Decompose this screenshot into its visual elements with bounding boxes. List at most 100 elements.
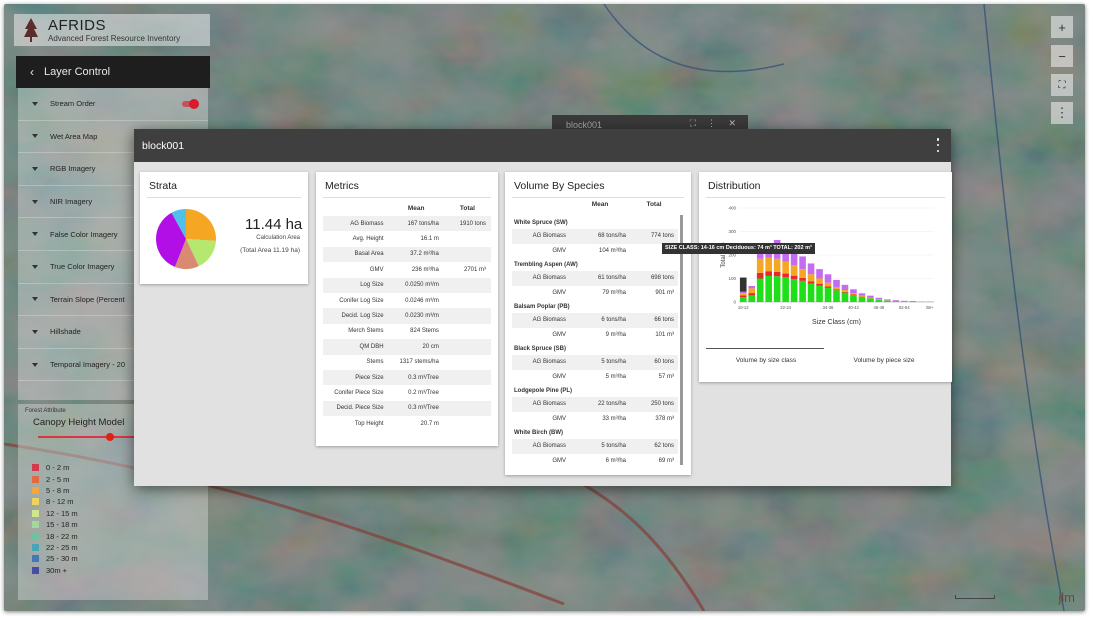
layer-control-header[interactable]: ‹ Layer Control bbox=[16, 56, 210, 88]
chart-bar[interactable] bbox=[748, 293, 756, 296]
chart-bar[interactable] bbox=[824, 282, 832, 287]
chart-bar[interactable] bbox=[799, 269, 806, 279]
chart-bar[interactable] bbox=[833, 290, 840, 302]
zoom-out-button[interactable]: − bbox=[1051, 45, 1073, 67]
chart-bar[interactable] bbox=[773, 276, 781, 302]
caret-down-icon[interactable] bbox=[32, 232, 38, 237]
chevron-left-icon[interactable]: ‹ bbox=[30, 65, 34, 79]
chart-bar[interactable] bbox=[884, 300, 891, 302]
chart-bar[interactable] bbox=[867, 298, 874, 302]
chart-bar[interactable] bbox=[799, 278, 806, 281]
chart-bar[interactable] bbox=[748, 295, 756, 302]
chart-bar[interactable] bbox=[901, 301, 908, 302]
table-row: Avg. Height 16.1 m bbox=[323, 231, 491, 246]
legend-item: 18 - 22 m bbox=[32, 530, 78, 541]
chart-bar[interactable] bbox=[850, 293, 857, 295]
layer-item[interactable]: Stream Order bbox=[18, 88, 208, 121]
more-vert-icon[interactable]: ⋮ bbox=[707, 118, 716, 129]
chart-bar[interactable] bbox=[816, 283, 823, 286]
chart-bar[interactable] bbox=[824, 286, 832, 288]
chart-bar[interactable] bbox=[756, 272, 764, 279]
close-icon[interactable]: ✕ bbox=[728, 118, 736, 129]
chart-bar[interactable] bbox=[756, 254, 764, 259]
chart-bar[interactable] bbox=[892, 300, 900, 301]
chart-bar[interactable] bbox=[739, 293, 747, 296]
volume-table[interactable]: White Spruce (SW) AG Biomass 68 tons/ha 774… bbox=[512, 216, 678, 468]
metric-mean: 824 Stems bbox=[410, 328, 439, 335]
caret-down-icon[interactable] bbox=[32, 362, 38, 367]
chart-bar[interactable] bbox=[773, 271, 781, 277]
chart-bar[interactable] bbox=[748, 288, 756, 294]
expand-icon[interactable]: ⛶ bbox=[690, 118, 696, 129]
chart-bar[interactable] bbox=[807, 274, 815, 282]
chart-bar[interactable] bbox=[833, 279, 840, 287]
chart-bar[interactable] bbox=[833, 286, 840, 290]
chart-bar[interactable] bbox=[858, 296, 866, 302]
volume-metric: AG Biomass bbox=[532, 401, 566, 408]
chart-bar[interactable] bbox=[782, 273, 789, 278]
chart-bar[interactable] bbox=[858, 295, 866, 297]
chart-bar[interactable] bbox=[782, 261, 789, 274]
chart-bar[interactable] bbox=[867, 297, 874, 299]
chart-bar[interactable] bbox=[739, 295, 747, 298]
chart-bar[interactable] bbox=[824, 287, 832, 302]
caret-down-icon[interactable] bbox=[32, 329, 38, 334]
caret-down-icon[interactable] bbox=[32, 264, 38, 269]
chart-bar[interactable] bbox=[867, 295, 874, 298]
chart-bar[interactable] bbox=[739, 291, 747, 294]
chart-bar[interactable] bbox=[756, 278, 764, 303]
caret-down-icon[interactable] bbox=[32, 199, 38, 204]
chart-bar[interactable] bbox=[748, 286, 756, 289]
fullscreen-button[interactable]: ⛶ bbox=[1051, 74, 1073, 96]
chart-bar[interactable] bbox=[739, 297, 747, 302]
chart-bar[interactable] bbox=[765, 275, 772, 302]
caret-down-icon[interactable] bbox=[32, 101, 38, 106]
chart-bar[interactable] bbox=[807, 283, 815, 302]
chart-bar[interactable] bbox=[790, 265, 798, 276]
chart-bar[interactable] bbox=[833, 289, 840, 291]
chart-bar[interactable] bbox=[807, 263, 815, 275]
chart-bar[interactable] bbox=[892, 301, 900, 302]
chart-bar[interactable] bbox=[739, 277, 747, 292]
chart-bar[interactable] bbox=[816, 285, 823, 302]
metric-name: QM DBH bbox=[323, 339, 389, 355]
chart-bar[interactable] bbox=[807, 281, 815, 284]
calculation-area-caption: Calculation Area bbox=[256, 235, 300, 241]
zoom-in-button[interactable]: + bbox=[1051, 16, 1073, 38]
chart-bar[interactable] bbox=[790, 275, 798, 279]
chart-bar[interactable] bbox=[782, 277, 789, 302]
distribution-chart[interactable]: 010020030040010-12 22-24 34-36 40-42 46-48 52… bbox=[699, 200, 952, 325]
chart-bar[interactable] bbox=[875, 299, 883, 302]
chart-bar[interactable] bbox=[841, 291, 849, 293]
strata-pie-chart[interactable] bbox=[154, 207, 218, 271]
caret-down-icon[interactable] bbox=[32, 134, 38, 139]
tab-volume-by-size-class[interactable]: Volume by size class bbox=[711, 357, 821, 364]
chart-bar[interactable] bbox=[799, 256, 806, 270]
chart-bar[interactable] bbox=[773, 258, 781, 272]
map-more-button[interactable]: ⋮ bbox=[1051, 102, 1073, 124]
chart-bar[interactable] bbox=[765, 257, 772, 272]
chart-bar[interactable] bbox=[790, 278, 798, 302]
chart-bar[interactable] bbox=[841, 292, 849, 302]
chart-bar[interactable] bbox=[850, 289, 857, 294]
chart-bar[interactable] bbox=[858, 293, 866, 296]
more-vert-icon[interactable] bbox=[933, 138, 943, 152]
chart-bar[interactable] bbox=[816, 269, 823, 279]
caret-down-icon[interactable] bbox=[32, 297, 38, 302]
tab-volume-by-piece-size[interactable]: Volume by piece size bbox=[829, 357, 939, 364]
volume-metric: AG Biomass bbox=[532, 317, 566, 324]
chart-bar[interactable] bbox=[850, 294, 857, 302]
chart-bar[interactable] bbox=[884, 299, 891, 301]
chart-bar[interactable] bbox=[841, 290, 849, 292]
chart-bar[interactable] bbox=[756, 258, 764, 273]
chart-bar[interactable] bbox=[765, 271, 772, 276]
pie-slice[interactable] bbox=[186, 209, 216, 241]
chart-bar[interactable] bbox=[875, 297, 883, 300]
caret-down-icon[interactable] bbox=[32, 166, 38, 171]
chart-bar[interactable] bbox=[816, 278, 823, 284]
slider-knob[interactable] bbox=[106, 433, 114, 441]
chart-bar[interactable] bbox=[841, 284, 849, 291]
chart-bar[interactable] bbox=[799, 280, 806, 302]
layer-toggle[interactable] bbox=[182, 99, 199, 109]
chart-bar[interactable] bbox=[824, 274, 832, 283]
